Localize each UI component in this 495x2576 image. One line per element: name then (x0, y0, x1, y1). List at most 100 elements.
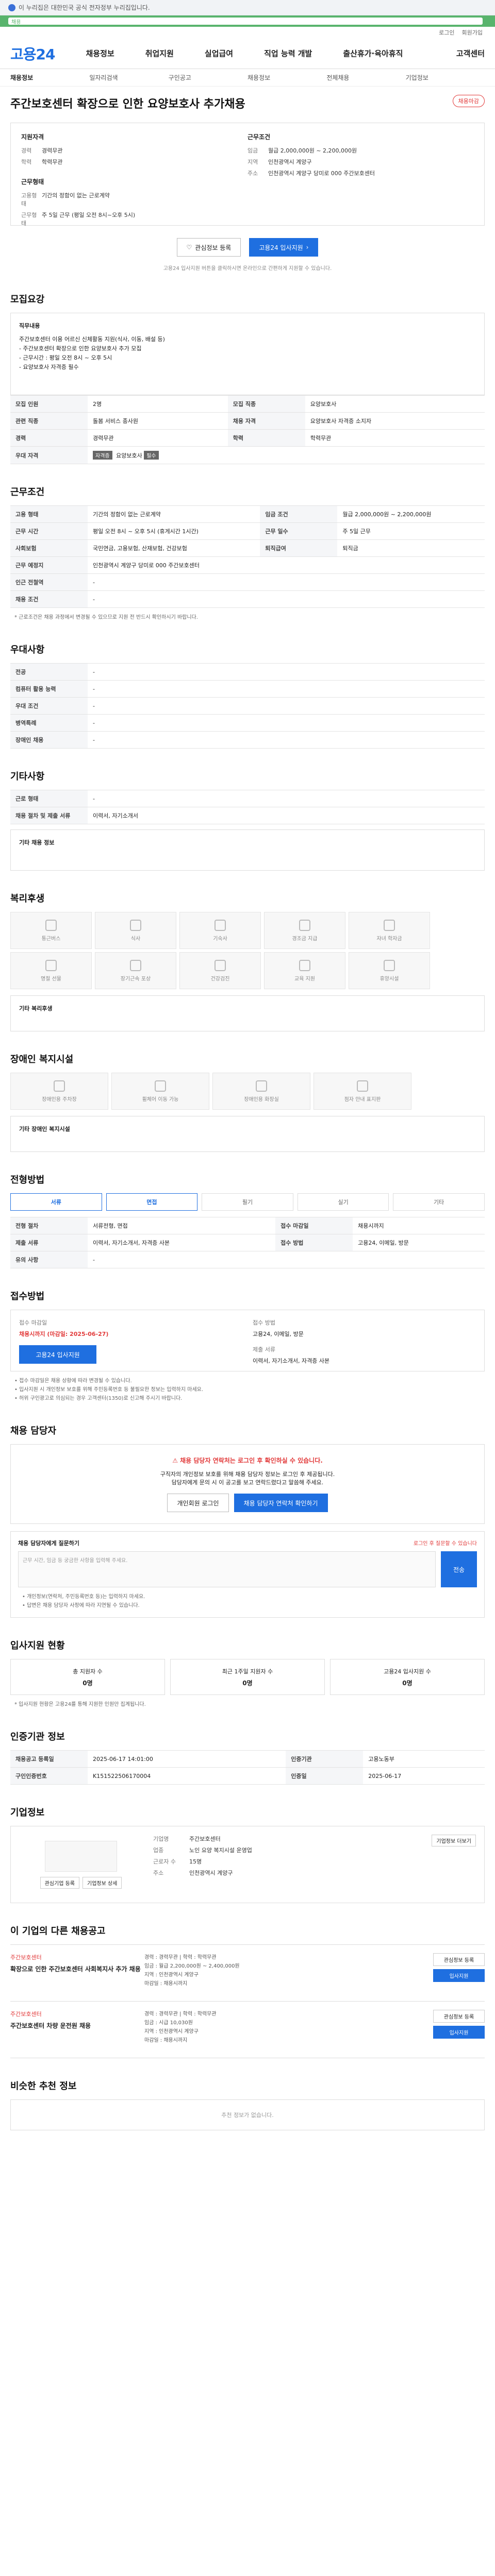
condition-note: * 근로조건은 채용 과정에서 변경될 수 있으므로 지원 전 반드시 확인하시… (14, 615, 198, 620)
company-key: 업종 (153, 1847, 164, 1854)
save-job-button[interactable]: ♡ 관심정보 등록 (176, 238, 241, 257)
related-section: 이 기업의 다른 채용공고 주간보호센터 확장으로 인한 주간보호센터 사회복지… (10, 1924, 485, 2058)
summary-heading: 근무형태 (21, 178, 44, 185)
table-key: 접수 방법 (275, 1234, 353, 1251)
etc-table: 근로 형태 - 채용 절차 및 제출 서류 이력서, 자기소개서 (10, 790, 485, 824)
table-key: 제출 서류 (10, 1234, 88, 1251)
stat-count: 0명 (402, 1679, 412, 1687)
table-row: 우대 자격 자격증 요양보호사 필수 (10, 446, 485, 464)
qa-input[interactable]: 근무 시간, 임금 등 궁금한 사항을 입력해 주세요. (18, 1551, 436, 1587)
recommend-section: 비슷한 추천 정보 추천 정보가 없습니다. (10, 2079, 485, 2130)
summary-left: 지원자격 경력 경력무관 학력 학력무관 근무형태 고용형태 기간의 정함이 없는 근… (21, 132, 248, 227)
subnav-item[interactable]: 채용정보 (248, 73, 326, 82)
nav-item-support[interactable]: 취업지원 (145, 48, 174, 59)
related-title[interactable]: 주간보호센터 차량 운전원 채용 (10, 2021, 144, 2030)
table-key: 병역특례 (10, 714, 88, 732)
job-summary: 지원자격 경력 경력무관 학력 학력무관 근무형태 고용형태 기간의 정함이 없는 근… (10, 123, 485, 227)
contact-box: ⚠ 채용 담당자 연락처는 로그인 후 확인하실 수 있습니다. 구직자의 개인… (10, 1444, 485, 1524)
table-key: 구인인증번호 (10, 1767, 88, 1785)
related-save-button[interactable]: 관심정보 등록 (433, 2010, 485, 2023)
company-key: 근로자 수 (153, 1858, 176, 1865)
table-row: 컴퓨터 활용 능력 - (10, 680, 485, 698)
summary-value: 경력무관 (42, 147, 63, 154)
company-value: 노인 요양 복지시설 운영업 (189, 1847, 252, 1854)
company-buttons: 관심기업 등록 기업정보 상세 (40, 1876, 122, 1889)
table-value: - (88, 714, 485, 732)
summary-value: 월급 2,000,000원 ~ 2,200,000원 (268, 147, 357, 154)
related-save-button[interactable]: 관심정보 등록 (433, 1953, 485, 1966)
nav-item-training[interactable]: 직업 능력 개발 (264, 48, 312, 59)
section-title: 기타사항 (10, 771, 45, 782)
green-banner-pill[interactable]: 채용 (8, 18, 483, 25)
selection-step: 실기 (297, 1193, 389, 1211)
subnav-item[interactable]: 전체채용 (326, 73, 405, 82)
table-value: 서류전형, 면접 (88, 1217, 276, 1234)
disabled-extra-label: 기타 장애인 복지시설 (19, 1126, 70, 1132)
qa-send-button[interactable]: 전송 (441, 1551, 477, 1587)
summary-value: 학력무관 (42, 159, 63, 165)
table-value: 요양보호사 자격증 소지자 (305, 412, 485, 430)
stat-label: 고용24 입사지원 수 (384, 1668, 431, 1675)
stat-card: 최근 1주일 지원자 수 0명 (170, 1659, 325, 1695)
welfare-label: 휴양시설 (380, 976, 399, 982)
login-link[interactable]: 로그인 (439, 28, 454, 37)
condition-table: 고용 형태 기간의 정함이 없는 근로계약 임금 조건 월급 2,000,000원 ~… (10, 505, 485, 608)
subnav-item[interactable]: 구인공고 (169, 73, 248, 82)
resort-icon (384, 959, 395, 971)
company-value: 인천광역시 계양구 (189, 1870, 233, 1876)
cert-tag: 자격증 (93, 451, 112, 460)
disabled-label: 점자 안내 표지판 (344, 1096, 381, 1103)
welfare-label: 장기근속 포상 (120, 976, 151, 982)
summary-key: 지역 (248, 159, 258, 165)
table-key: 채용공고 등록일 (10, 1750, 88, 1768)
related-actions: 관심정보 등록 입사지원 (423, 1953, 485, 1993)
company-detail-button[interactable]: 기업정보 상세 (82, 1876, 122, 1889)
stat-label: 총 지원자 수 (73, 1668, 103, 1675)
related-apply-button[interactable]: 입사지원 (433, 2026, 485, 2039)
signup-link[interactable]: 회원가입 (462, 28, 483, 37)
summary-value: 주 5일 근무 (평일 오전 8시~오후 5시) (42, 212, 136, 218)
section-title: 장애인 복지시설 (10, 1054, 74, 1065)
table-key: 채용 조건 (10, 590, 88, 608)
subnav-item[interactable]: 일자리검색 (89, 73, 168, 82)
table-key: 근무 일수 (260, 522, 338, 540)
related-meta-line: 마감일 : 채용시까지 (144, 1981, 188, 1987)
nav-item-jobs[interactable]: 채용정보 (86, 48, 114, 59)
related-title[interactable]: 확장으로 인한 주간보호센터 사회복지사 추가 채용 (10, 1964, 144, 1973)
nav-item-benefit[interactable]: 실업급여 (205, 48, 233, 59)
table-row: 장애인 채용 - (10, 731, 485, 749)
apply-note: 고용24 입사지원 버튼을 클릭하시면 온라인으로 간편하게 지원할 수 있습니… (163, 266, 332, 272)
related-apply-button[interactable]: 입사지원 (433, 1969, 485, 1982)
table-row: 전공 - (10, 663, 485, 681)
selection-step: 서류 (10, 1193, 102, 1211)
subnav-item[interactable]: 기업정보 (406, 73, 485, 82)
top-utility-menu: 로그인 회원가입 (0, 27, 495, 38)
house-icon (214, 919, 226, 931)
section-title: 접수방법 (10, 1291, 45, 1302)
subnav-item[interactable]: 채용정보 (10, 73, 89, 82)
welfare-tile: 통근버스 (10, 912, 92, 949)
how-apply-button[interactable]: 고용24 입사지원 (19, 1345, 96, 1364)
how-notes: • 접수 마감일은 채용 상황에 따라 변경될 수 있습니다. • 입사지원 시… (10, 1377, 485, 1403)
green-banner-text: 채용 (11, 19, 21, 25)
nav-item-leave[interactable]: 출산휴가·육아휴직 (343, 48, 403, 59)
list-item[interactable]: 주간보호센터 주간보호센터 차량 운전원 채용 경력 : 경력무관 | 학력 :… (10, 2002, 485, 2058)
table-value: 기간의 정함이 없는 근로계약 (88, 505, 260, 523)
job-title-row: 주간보호센터 확장으로 인한 요양보호사 추가채용 채용마감 (10, 87, 485, 111)
stat-section: 입사지원 현황 총 지원자 수 0명 최근 1주일 지원자 수 0명 고용24 입사… (10, 1638, 485, 1709)
table-value: 이력서, 자기소개서 (88, 807, 485, 824)
site-logo[interactable]: 고용24 (10, 43, 55, 64)
company-more-button[interactable]: 기업정보 더보기 (432, 1835, 476, 1846)
apply-button[interactable]: 고용24 입사지원 › (249, 238, 319, 257)
disabled-tile: 점자 안내 표지판 (314, 1073, 411, 1110)
contact-warning: ⚠ 채용 담당자 연락처는 로그인 후 확인하실 수 있습니다. (22, 1456, 473, 1465)
table-value: 2명 (88, 395, 228, 413)
section-title: 근무조건 (10, 487, 45, 498)
list-item[interactable]: 주간보호센터 확장으로 인한 주간보호센터 사회복지사 추가 채용 경력 : 경… (10, 1945, 485, 2002)
company-follow-button[interactable]: 관심기업 등록 (40, 1876, 79, 1889)
section-title: 우대사항 (10, 645, 45, 655)
company-value: 주간보호센터 (189, 1836, 221, 1842)
login-button[interactable]: 개인회원 로그인 (167, 1494, 229, 1512)
nav-item-help[interactable]: 고객센터 (456, 48, 485, 59)
contact-view-button[interactable]: 채용 담당자 연락처 확인하기 (234, 1494, 328, 1512)
